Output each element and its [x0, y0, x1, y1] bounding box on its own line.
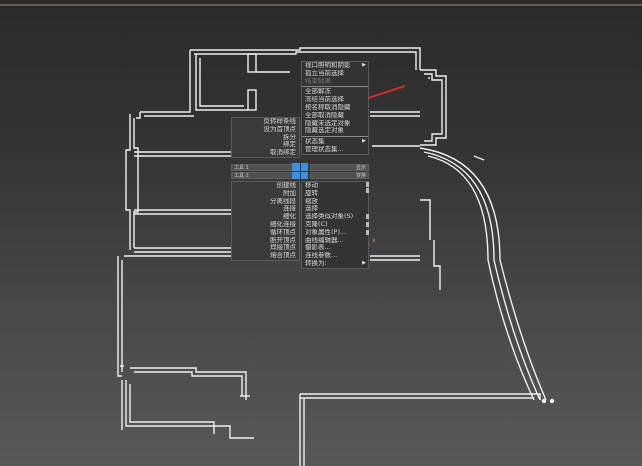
quad-tools-2: 创建线 附加 分离线段 连接 细化 细化连接 循环顶点 断开顶点 焊接顶点 熔合顶点 [231, 181, 300, 261]
menu-item-label: 设为首顶点 [263, 125, 297, 133]
menu-item[interactable]: 管理状态集... [302, 146, 368, 154]
menu-separator [302, 136, 368, 138]
submenu-arrow-icon: ▶ [362, 259, 366, 266]
menu-item[interactable]: 结束隔离 [302, 78, 368, 86]
menu-item-label: 拆分 [283, 133, 296, 141]
menu-item-label: 选择类似对象(S) [305, 213, 354, 221]
menu-item[interactable]: 隐藏未选定对象 [302, 120, 368, 128]
menu-item[interactable]: 细化连接 [232, 221, 299, 229]
menu-item[interactable]: 取消绑定 [232, 149, 299, 157]
menu-item[interactable]: 选择类似对象(S) [302, 213, 368, 221]
menu-item-label: 隐藏未选定对象 [305, 119, 351, 127]
menu-item[interactable]: 熔合顶点 [232, 252, 299, 260]
viewport[interactable]: 工具 1 显示 工具 2 变换 视口照明和阴影 ▶ 孤立当前选择 结束隔离全部解冻 冻结… [0, 0, 642, 466]
menu-item-label: 熔合顶点 [270, 252, 296, 260]
menu-item[interactable]: 反转样条线 [232, 118, 299, 126]
menu-item-label: 细化 [283, 213, 296, 221]
menu-item[interactable]: 创建线 [232, 182, 299, 190]
submenu-arrow-icon: ▶ [362, 138, 366, 145]
menu-item[interactable]: 附加 [232, 190, 299, 198]
menu-item-label: 曲线编辑器... [305, 236, 344, 244]
quad-transform: 移动 旋转 缩放 选择 选择类似对象(S) 克隆(C) 对象属性(P)... 曲线编辑器...… [301, 181, 369, 269]
menu-item-label: 结束隔离 [305, 77, 331, 85]
menu-item[interactable]: 转换为: ▶ [302, 260, 368, 268]
menu-item-label: 克隆(C) [305, 220, 328, 228]
menu-item-label: 全部解冻 [305, 88, 331, 96]
menu-item-label: 绑定 [283, 141, 296, 149]
menu-item[interactable]: 连线参数... [302, 252, 368, 260]
menu-separator [302, 86, 368, 88]
menu-item-label: 视口照明和阴影 [305, 62, 351, 69]
menu-item-label: 选择 [305, 205, 318, 213]
scroll-indicator [366, 222, 369, 227]
menu-item[interactable]: 连接 [232, 205, 299, 213]
menu-item[interactable]: 对象属性(P)... [302, 229, 368, 237]
quad-header-transform: 变换 [310, 172, 369, 179]
scroll-indicator [366, 182, 369, 187]
menu-item-label: 状态集 [305, 138, 325, 146]
cursor-marker: x [372, 237, 376, 244]
menu-item-label: 旋转 [305, 189, 318, 197]
menu-item-label: 冻结当前选择 [305, 96, 344, 104]
scroll-indicator [366, 230, 369, 235]
menu-item-label: 转换为: [305, 259, 327, 267]
menu-item-label: 对象属性(P)... [305, 228, 347, 236]
menu-item-label: 创建线 [276, 182, 297, 189]
menu-item-label: 循环顶点 [270, 228, 296, 236]
menu-item[interactable]: 绑定 [232, 141, 299, 149]
quad-menu-center [292, 163, 308, 179]
quad-header-tools-2: 工具 2 [231, 172, 300, 179]
menu-item-label: 缩放 [305, 197, 318, 205]
menu-item[interactable]: 状态集 ▶ [302, 138, 368, 146]
menu-item[interactable]: 全部取消隐藏 [302, 112, 368, 120]
menu-item-label: 焊接顶点 [270, 244, 296, 252]
menu-item[interactable]: 视口照明和阴影 ▶ [302, 62, 368, 70]
menu-item[interactable]: 隐藏选定对象 [302, 127, 368, 135]
quad-header-tools-1: 工具 1 [231, 164, 300, 171]
menu-item-label: 按名称取消隐藏 [305, 103, 351, 111]
menu-item-label: 分离线段 [270, 197, 296, 205]
menu-item[interactable]: 按名称取消隐藏 [302, 104, 368, 112]
menu-item[interactable]: 缩放 [302, 198, 368, 206]
scroll-indicator [366, 214, 369, 219]
menu-item-label: 连接 [283, 205, 296, 213]
menu-item[interactable]: 克隆(C) [302, 221, 368, 229]
menu-item[interactable]: 焊接顶点 [232, 244, 299, 252]
scroll-indicator [366, 188, 369, 193]
menu-item[interactable]: 旋转 [302, 190, 368, 198]
menu-item-label: 全部取消隐藏 [305, 111, 344, 119]
menu-item[interactable]: 分离线段 [232, 198, 299, 206]
menu-item-label: 孤立当前选择 [305, 69, 344, 77]
menu-item[interactable]: 全部解冻 [302, 88, 368, 96]
menu-item-label: 取消绑定 [270, 149, 296, 157]
menu-item[interactable]: 冻结当前选择 [302, 96, 368, 104]
menu-item-label: 细化连接 [270, 220, 296, 228]
menu-item[interactable]: 孤立当前选择 [302, 70, 368, 78]
menu-item-label: 隐藏选定对象 [305, 127, 344, 135]
menu-item-label: 管理状态集... [305, 145, 344, 153]
menu-item[interactable]: 摄影表... [302, 244, 368, 252]
quad-display: 视口照明和阴影 ▶ 孤立当前选择 结束隔离全部解冻 冻结当前选择 按名称取消隐藏 全部取消隐… [301, 61, 369, 155]
menu-item[interactable]: 设为首顶点 [232, 126, 299, 134]
menu-item[interactable]: 曲线编辑器... [302, 237, 368, 245]
menu-item-label: 移动 [305, 182, 318, 189]
menu-item[interactable]: 循环顶点 [232, 229, 299, 237]
menu-item-label: 摄影表... [305, 244, 331, 252]
menu-item[interactable]: 断开顶点 [232, 237, 299, 245]
menu-item[interactable]: 细化 [232, 213, 299, 221]
quad-tools-1: 反转样条线 设为首顶点 拆分 绑定 取消绑定 [231, 117, 300, 158]
submenu-arrow-icon: ▶ [362, 62, 366, 68]
menu-item[interactable]: 选择 [302, 205, 368, 213]
menu-item-label: 断开顶点 [270, 236, 296, 244]
menu-item-label: 连线参数... [305, 252, 338, 260]
menu-item[interactable]: 移动 [302, 182, 368, 190]
menu-item-label: 反转样条线 [263, 118, 297, 125]
menu-item[interactable]: 拆分 [232, 134, 299, 142]
quad-header-display: 显示 [310, 164, 369, 171]
menu-item-label: 附加 [283, 189, 296, 197]
